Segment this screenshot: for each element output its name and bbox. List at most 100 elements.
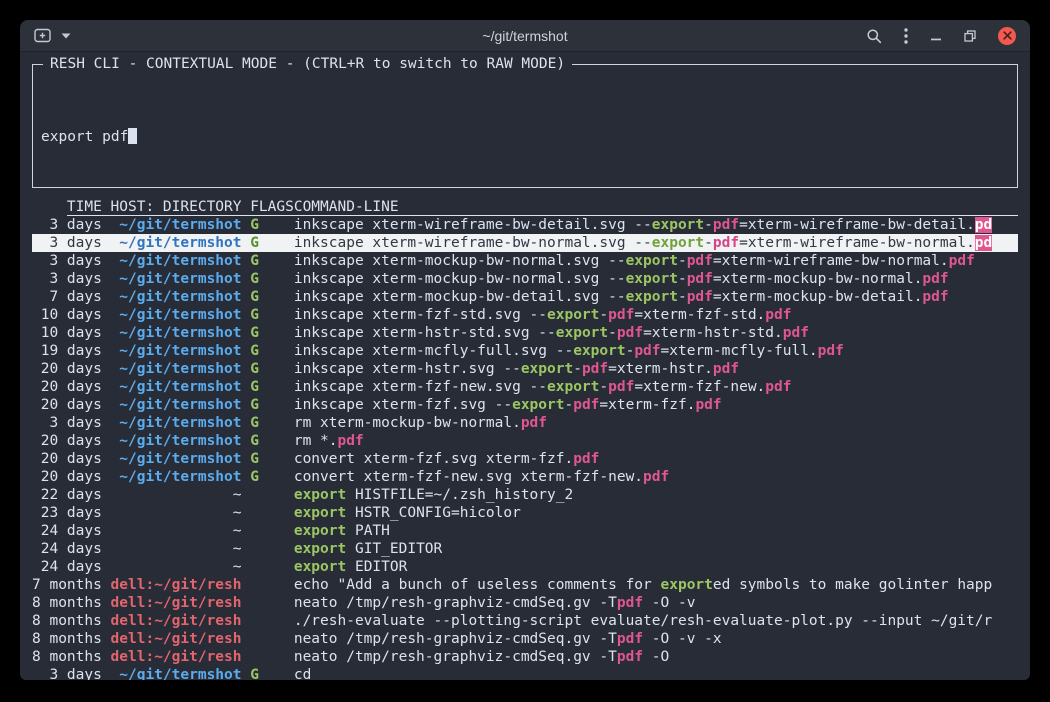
history-row[interactable]: 8 monthsdell:~/git/reshneato /tmp/resh-g… xyxy=(32,594,1018,612)
row-flags xyxy=(250,612,294,630)
new-tab-icon xyxy=(34,28,51,43)
row-time: 10 days xyxy=(32,324,102,342)
history-row[interactable]: 3 days~/git/termshotGinkscape xterm-wire… xyxy=(32,234,1018,252)
row-time: 24 days xyxy=(32,540,102,558)
chevron-down-icon xyxy=(61,33,71,39)
new-tab-button[interactable] xyxy=(34,28,51,43)
row-command: convert xterm-fzf.svg xterm-fzf.pdf xyxy=(294,450,1018,468)
row-command: inkscape xterm-fzf-new.svg --export-pdf=… xyxy=(294,378,1018,396)
row-time: 10 days xyxy=(32,306,102,324)
row-host-directory: ~ xyxy=(111,522,242,540)
history-row[interactable]: 24 days~export PATH xyxy=(32,522,1018,540)
history-row[interactable]: 20 days~/git/termshotGconvert xterm-fzf-… xyxy=(32,468,1018,486)
history-row[interactable]: 3 days~/git/termshotGinkscape xterm-mock… xyxy=(32,252,1018,270)
history-row[interactable]: 3 days~/git/termshotGinkscape xterm-mock… xyxy=(32,270,1018,288)
history-row[interactable]: 20 days~/git/termshotGinkscape xterm-hst… xyxy=(32,360,1018,378)
row-command: inkscape xterm-mockup-bw-normal.svg --ex… xyxy=(294,252,1018,270)
history-row[interactable]: 20 days~/git/termshotGrm *.pdf xyxy=(32,432,1018,450)
search-button[interactable] xyxy=(866,28,882,44)
history-row[interactable]: 8 monthsdell:~/git/reshneato /tmp/resh-g… xyxy=(32,630,1018,648)
history-row[interactable]: 20 days~/git/termshotGinkscape xterm-fzf… xyxy=(32,396,1018,414)
row-flags: G xyxy=(250,432,294,450)
row-time: 22 days xyxy=(32,486,102,504)
history-row[interactable]: 3 days~/git/termshotGinkscape xterm-wire… xyxy=(32,216,1018,234)
row-time: 24 days xyxy=(32,522,102,540)
history-row[interactable]: 19 days~/git/termshotGinkscape xterm-mcf… xyxy=(32,342,1018,360)
row-time: 7 days xyxy=(32,288,102,306)
row-flags xyxy=(250,504,294,522)
kebab-menu-icon xyxy=(904,28,908,44)
row-host-directory: ~/git/termshot xyxy=(111,666,242,680)
history-row[interactable]: 3 days~/git/termshotGrm xterm-mockup-bw-… xyxy=(32,414,1018,432)
row-host-directory: ~/git/termshot xyxy=(111,306,242,324)
history-row[interactable]: 22 days~export HISTFILE=~/.zsh_history_2 xyxy=(32,486,1018,504)
row-command: export HSTR_CONFIG=hicolor xyxy=(294,504,1018,522)
history-row[interactable]: 8 monthsdell:~/git/resh./resh-evaluate -… xyxy=(32,612,1018,630)
table-header: TIME HOST: DIRECTORY FLAGS COMMAND-LINE xyxy=(32,198,1018,216)
row-flags: G xyxy=(250,252,294,270)
search-query-text: export pdf xyxy=(41,129,128,145)
row-host-directory: ~/git/termshot xyxy=(111,414,242,432)
row-flags: G xyxy=(250,468,294,486)
row-host-directory: dell:~/git/resh xyxy=(111,612,242,630)
history-row[interactable]: 23 days ~ export HSTR_CONFIG=hicolor xyxy=(32,504,1018,522)
history-row[interactable]: 7 days~/git/termshotGinkscape xterm-mock… xyxy=(32,288,1018,306)
restore-icon xyxy=(964,30,976,42)
row-time: 8 months xyxy=(32,630,102,648)
row-command-truncated-match: pd xyxy=(975,217,992,233)
restore-button[interactable] xyxy=(964,30,976,42)
history-row[interactable]: 24 days~export GIT_EDITOR xyxy=(32,540,1018,558)
row-command: echo "Add a bunch of useless comments fo… xyxy=(294,576,1018,594)
row-host-directory: ~/git/termshot xyxy=(111,252,242,270)
row-command: inkscape xterm-fzf.svg --export-pdf=xter… xyxy=(294,396,1018,414)
titlebar: ~/git/termshot xyxy=(20,20,1030,52)
row-time: 24 days xyxy=(32,558,102,576)
history-row[interactable]: 7 monthsdell:~/git/reshecho "Add a bunch… xyxy=(32,576,1018,594)
history-row[interactable]: 10 days~/git/termshotGinkscape xterm-fzf… xyxy=(32,306,1018,324)
terminal-window: ~/git/termshot xyxy=(20,20,1030,680)
col-header-host: HOST: DIRECTORY xyxy=(111,198,242,216)
row-command: inkscape xterm-wireframe-bw-normal.svg -… xyxy=(294,234,1018,252)
row-time: 20 days xyxy=(32,396,102,414)
history-row[interactable]: 3 days~/git/termshotGcd xyxy=(32,666,1018,680)
row-host-directory: ~ xyxy=(111,558,242,576)
col-header-flags: FLAGS xyxy=(250,198,294,216)
history-row[interactable]: 24 days~export EDITOR xyxy=(32,558,1018,576)
history-row[interactable]: 20 days ~/git/termshot Gconvert xterm-fzf.… xyxy=(32,450,1018,468)
row-time: 23 days xyxy=(32,504,102,522)
close-button[interactable] xyxy=(998,27,1016,45)
row-time: 8 months xyxy=(32,594,102,612)
row-flags: G xyxy=(250,450,294,468)
tab-dropdown-button[interactable] xyxy=(61,33,71,39)
menu-button[interactable] xyxy=(904,28,908,44)
row-host-directory: ~/git/termshot xyxy=(111,270,242,288)
search-box[interactable]: RESH CLI - CONTEXTUAL MODE - (CTRL+R to … xyxy=(32,64,1018,188)
row-time: 3 days xyxy=(32,414,102,432)
row-host-directory: ~/git/termshot xyxy=(111,450,242,468)
row-flags: G xyxy=(250,342,294,360)
row-time: 20 days xyxy=(32,450,102,468)
search-icon xyxy=(866,28,882,44)
row-flags: G xyxy=(250,324,294,342)
row-command: cd xyxy=(294,666,1018,680)
row-time: 19 days xyxy=(32,342,102,360)
row-time: 20 days xyxy=(32,468,102,486)
row-command: neato /tmp/resh-graphviz-cmdSeq.gv -Tpdf… xyxy=(294,594,1018,612)
row-command: rm *.pdf xyxy=(294,432,1018,450)
row-flags: G xyxy=(250,396,294,414)
row-flags xyxy=(250,576,294,594)
row-time: 8 months xyxy=(32,648,102,666)
search-input[interactable]: export pdf xyxy=(41,128,1009,146)
row-host-directory: ~ xyxy=(111,504,242,522)
row-command: inkscape xterm-mockup-bw-normal.svg --ex… xyxy=(294,270,1018,288)
row-command: ./resh-evaluate --plotting-script evalua… xyxy=(294,612,1018,630)
terminal-content: RESH CLI - CONTEXTUAL MODE - (CTRL+R to … xyxy=(20,52,1030,680)
history-row[interactable]: 20 days~/git/termshotGinkscape xterm-fzf… xyxy=(32,378,1018,396)
history-row[interactable]: 8 monthsdell:~/git/reshneato /tmp/resh-g… xyxy=(32,648,1018,666)
row-flags: G xyxy=(250,234,294,252)
minimize-button[interactable] xyxy=(930,30,942,42)
history-row[interactable]: 10 days~/git/termshotGinkscape xterm-hst… xyxy=(32,324,1018,342)
row-flags: G xyxy=(250,414,294,432)
row-command: inkscape xterm-mockup-bw-detail.svg --ex… xyxy=(294,288,1018,306)
row-time: 20 days xyxy=(32,360,102,378)
